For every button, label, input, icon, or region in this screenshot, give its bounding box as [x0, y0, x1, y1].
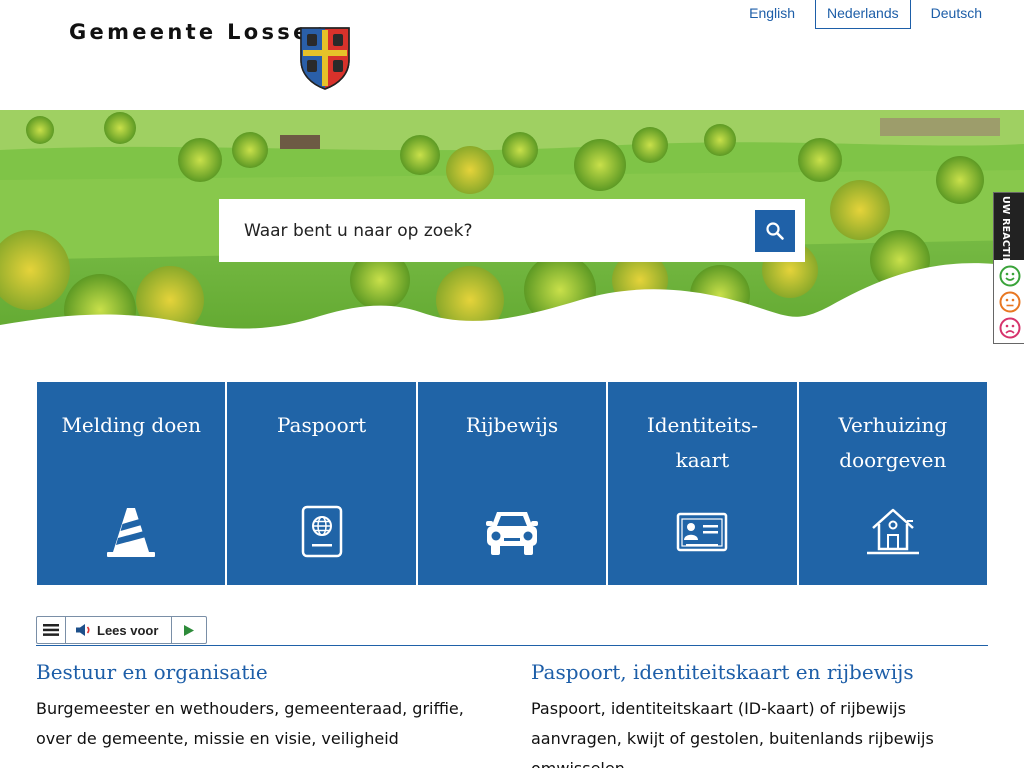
neutral-smiley-icon[interactable]: [999, 291, 1021, 313]
section-bestuur: Bestuur en organisatie Burgemeester en w…: [36, 660, 496, 754]
section-description: Burgemeester en wethouders, gemeenteraad…: [36, 699, 464, 748]
section-paspoort: Paspoort, identiteitskaart en rijbewijs …: [531, 660, 991, 768]
search-icon: [766, 221, 784, 240]
readspeaker-bar: Lees voor: [36, 616, 207, 644]
play-button[interactable]: [172, 617, 206, 643]
tile-rijbewijs[interactable]: Rijbewijs: [417, 382, 607, 585]
house-icon: [866, 508, 919, 555]
section-divider: [36, 645, 988, 646]
tile-label: Verhuizing doorgeven: [838, 413, 948, 472]
id-card-icon: [677, 512, 728, 552]
search-bar: [219, 199, 805, 262]
tile-melding-doen[interactable]: Melding doen: [37, 382, 226, 585]
readspeaker-menu-button[interactable]: [37, 617, 66, 643]
quick-links: Melding doen Paspoort Rijbewijs Identite…: [37, 382, 988, 585]
lang-english[interactable]: English: [737, 0, 807, 29]
tile-label: Identiteits- kaart: [646, 413, 759, 472]
tile-label: Melding doen: [61, 413, 201, 437]
section-title-link[interactable]: Bestuur en organisatie: [36, 660, 496, 684]
car-icon: [486, 512, 539, 555]
tile-verhuizing-doorgeven[interactable]: Verhuizing doorgeven: [798, 382, 988, 585]
site-logo-text[interactable]: Gemeente Losser: [69, 20, 324, 44]
play-icon: [184, 624, 194, 636]
speaker-icon: [76, 624, 90, 636]
tile-label: Paspoort: [276, 413, 367, 437]
feedback-tab: UW REACTIE: [993, 192, 1024, 344]
lang-nederlands[interactable]: Nederlands: [815, 0, 911, 29]
sad-smiley-icon[interactable]: [999, 317, 1021, 339]
coat-of-arms-logo[interactable]: [299, 26, 351, 90]
menu-icon: [43, 624, 59, 636]
search-button[interactable]: [755, 209, 795, 252]
passport-icon: [301, 505, 342, 558]
happy-smiley-icon[interactable]: [999, 265, 1021, 287]
tile-label: Rijbewijs: [465, 413, 559, 437]
tile-identiteitskaart[interactable]: Identiteits- kaart: [608, 382, 797, 585]
lees-voor-button[interactable]: Lees voor: [66, 617, 172, 643]
tile-paspoort[interactable]: Paspoort: [227, 382, 416, 585]
section-title-link[interactable]: Paspoort, identiteitskaart en rijbewijs: [531, 660, 991, 684]
traffic-cone-icon: [107, 508, 156, 557]
language-switcher: English Nederlands Deutsch: [729, 0, 994, 29]
lang-deutsch[interactable]: Deutsch: [919, 0, 994, 29]
section-description: Paspoort, identiteitskaart (ID-kaart) of…: [531, 699, 934, 768]
lees-voor-label: Lees voor: [97, 622, 159, 638]
search-input[interactable]: [219, 199, 755, 262]
feedback-label: UW REACTIE: [1000, 196, 1011, 260]
